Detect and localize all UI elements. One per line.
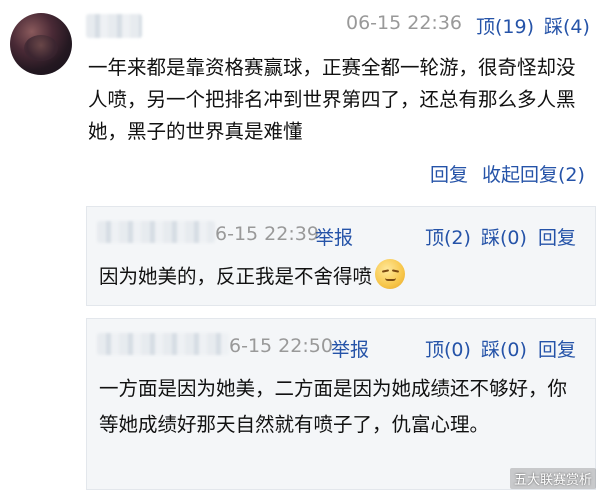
- reply-reply-button[interactable]: 回复: [538, 335, 576, 362]
- reply-username-blurred[interactable]: [97, 333, 229, 355]
- reply-downvote-button[interactable]: 踩(0): [481, 335, 527, 362]
- reply-item: 6-15 22:39 举报 顶(2) 踩(0) 回复 因为她美的，反正我是不舍得…: [86, 206, 596, 306]
- smirk-emoji-icon: [375, 259, 406, 289]
- reply-text-content: 因为她美的，反正我是不舍得喷: [99, 265, 373, 288]
- reply-timestamp: 6-15 22:39: [215, 223, 319, 245]
- reply-timestamp: 6-15 22:50: [229, 335, 333, 357]
- reply-text: 一方面是因为她美，二方面是因为她成绩还不够好，你等她成绩好那天自然就有喷子了，仇…: [99, 377, 568, 436]
- username-blurred[interactable]: [86, 14, 142, 38]
- reply-username-blurred[interactable]: [97, 221, 215, 243]
- comment-timestamp: 06-15 22:36: [346, 12, 463, 34]
- upvote-button[interactable]: 顶(19): [476, 12, 534, 39]
- downvote-button[interactable]: 踩(4): [544, 12, 590, 39]
- reply-upvote-button[interactable]: 顶(2): [425, 223, 471, 250]
- report-button[interactable]: 举报: [331, 335, 369, 362]
- reply-downvote-button[interactable]: 踩(0): [481, 223, 527, 250]
- watermark: 五大联赛赏析: [509, 468, 596, 489]
- collapse-replies-button[interactable]: 收起回复(2): [482, 160, 585, 187]
- user-avatar[interactable]: [10, 13, 72, 75]
- reply-text: 因为她美的，反正我是不舍得喷: [99, 259, 589, 293]
- report-button[interactable]: 举报: [315, 223, 353, 250]
- reply-item: 6-15 22:50 举报 顶(0) 踩(0) 回复 一方面是因为她美，二方面是…: [86, 318, 596, 490]
- comment-text: 一年来都是靠资格赛赢球，正赛全都一轮游，很奇怪却没人喷，另一个把排名冲到世界第四…: [88, 56, 576, 143]
- reply-button[interactable]: 回复: [430, 160, 468, 187]
- reply-upvote-button[interactable]: 顶(0): [425, 335, 471, 362]
- reply-reply-button[interactable]: 回复: [538, 223, 576, 250]
